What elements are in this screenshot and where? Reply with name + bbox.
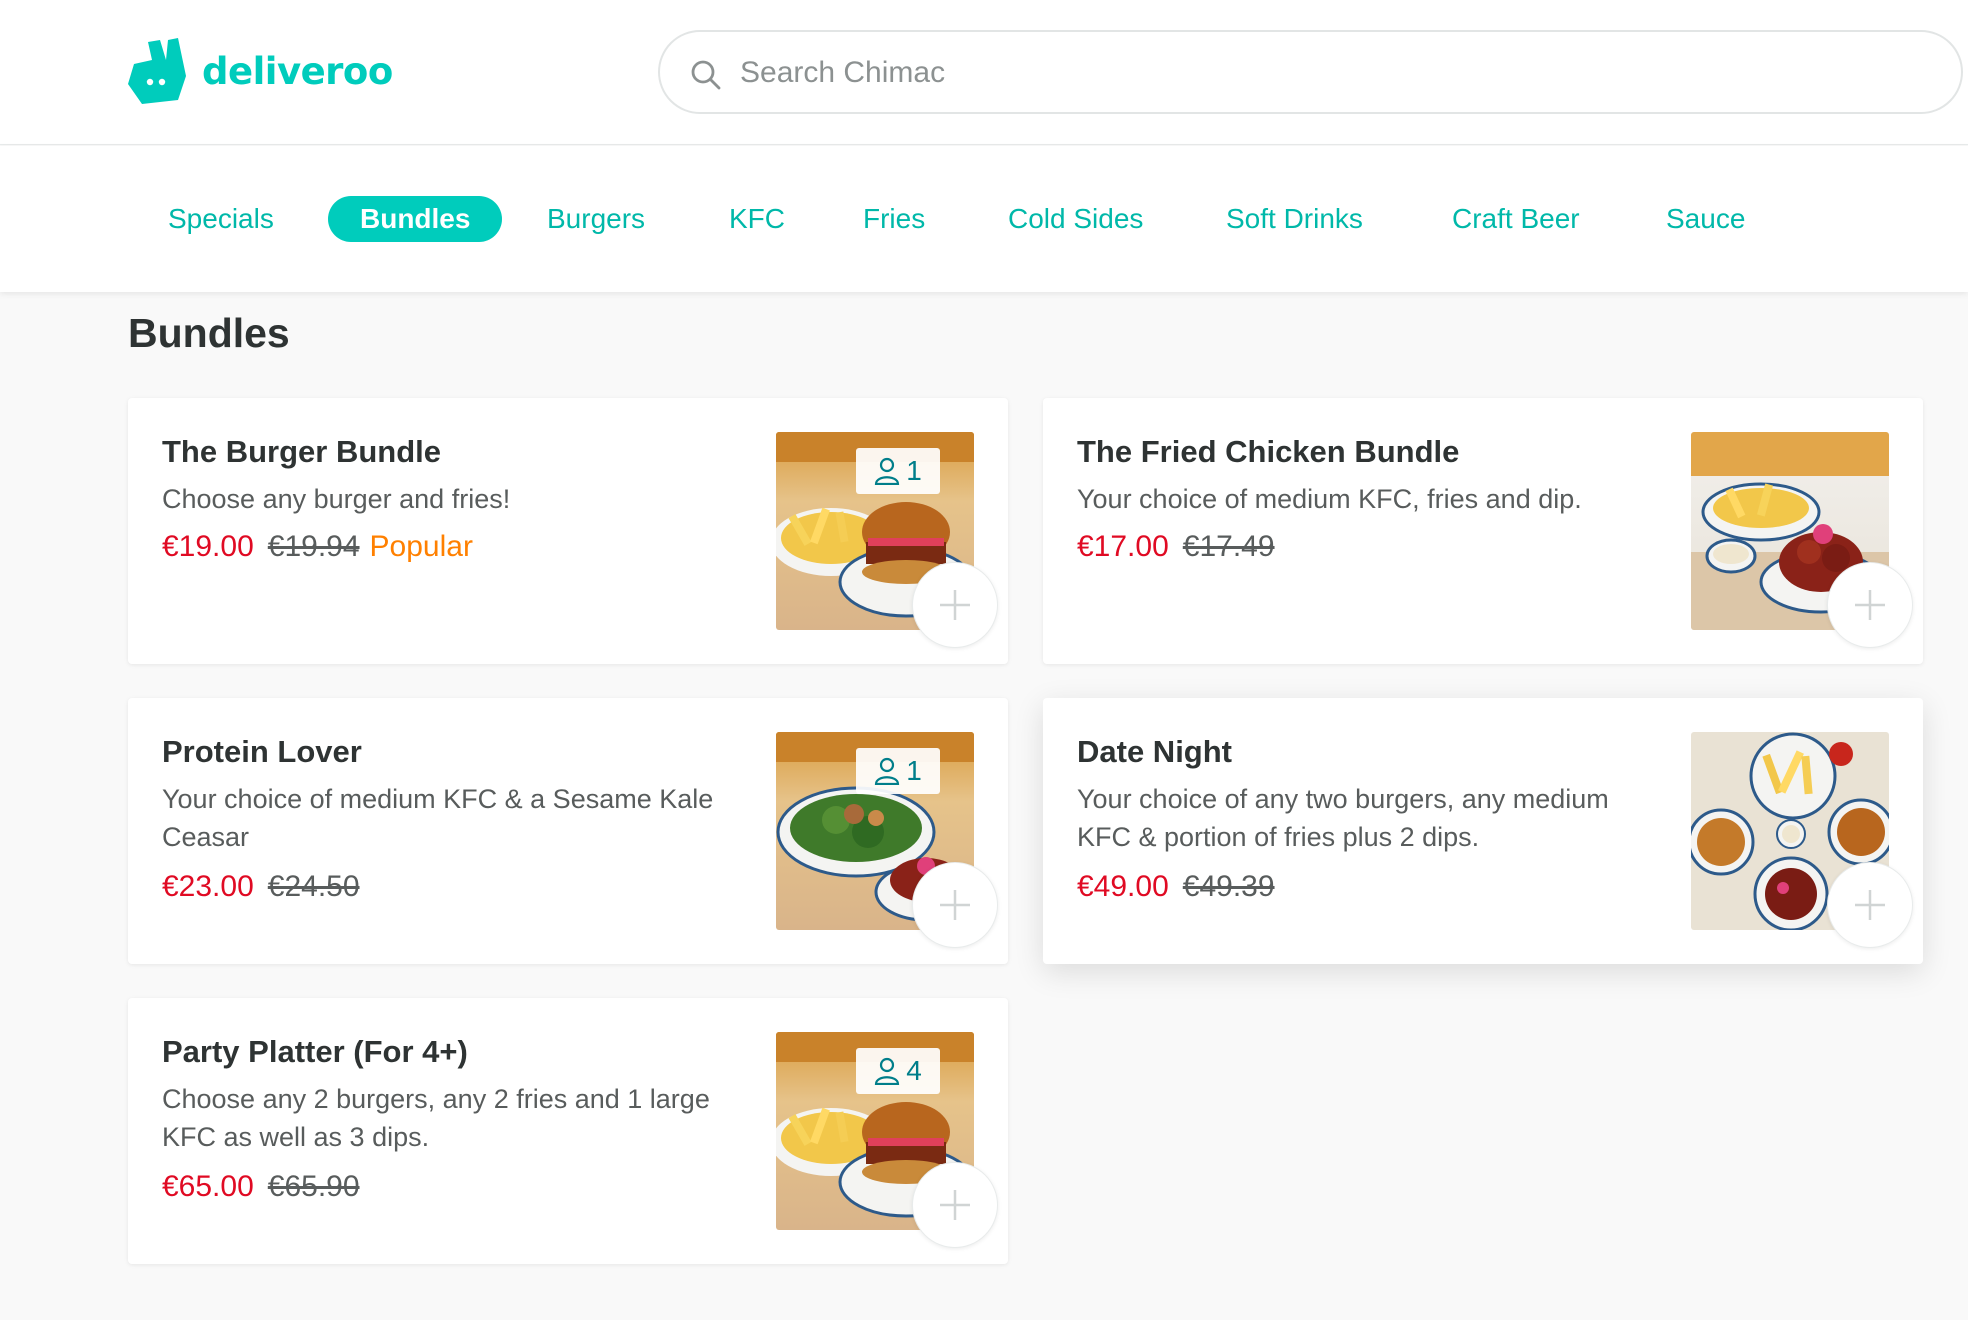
item-old-price: €65.90 [267, 1170, 360, 1203]
item-price: €19.00 [162, 530, 254, 563]
category-bundles[interactable]: Bundles [328, 196, 503, 242]
popular-badge: Popular [369, 530, 473, 563]
item-description: Your choice of medium KFC & a Sesame Kal… [162, 784, 714, 852]
serves-badge: 1 [856, 748, 940, 794]
add-to-basket-button[interactable] [912, 862, 998, 948]
menu-item-card[interactable]: The Burger Bundle Choose any burger and … [128, 398, 1008, 664]
category-cold-sides[interactable]: Cold Sides [1008, 196, 1143, 242]
item-old-price: €17.49 [1182, 530, 1275, 563]
item-description: Choose any burger and fries! [162, 484, 511, 514]
item-old-price: €19.94 [267, 530, 360, 563]
item-name: The Burger Bundle [162, 434, 442, 469]
serves-badge: 1 [856, 448, 940, 494]
plus-icon [1855, 590, 1885, 620]
plus-icon [940, 590, 970, 620]
plus-icon [940, 1190, 970, 1220]
add-to-basket-button[interactable] [1827, 862, 1913, 948]
person-icon [875, 457, 900, 485]
category-sauce[interactable]: Sauce [1666, 196, 1745, 242]
item-name: Date Night [1077, 734, 1232, 769]
category-kfc[interactable]: KFC [729, 196, 785, 242]
serves-badge: 4 [856, 1048, 940, 1094]
category-specials[interactable]: Specials [168, 196, 274, 242]
category-fries[interactable]: Fries [863, 196, 925, 242]
item-price: €49.00 [1077, 870, 1169, 903]
item-name: Protein Lover [162, 734, 362, 769]
item-price: €17.00 [1077, 530, 1169, 563]
person-icon [875, 1057, 900, 1085]
category-nav: Specials Bundles Burgers KFC Fries Cold … [0, 146, 1968, 292]
menu-item-card[interactable]: Party Platter (For 4+) Choose any 2 burg… [128, 998, 1008, 1264]
top-header: deliveroo [0, 0, 1968, 145]
plus-icon [1855, 890, 1885, 920]
price-row: €17.00 €17.49 [1077, 528, 1285, 566]
item-name: The Fried Chicken Bundle [1077, 434, 1460, 469]
item-name: Party Platter (For 4+) [162, 1034, 468, 1069]
category-burgers[interactable]: Burgers [547, 196, 645, 242]
price-row: €49.00 €49.39 [1077, 868, 1285, 906]
search-input[interactable] [740, 46, 1920, 100]
item-old-price: €24.50 [267, 870, 360, 903]
logo-wordmark: deliveroo [202, 49, 393, 93]
item-description: Your choice of any two burgers, any medi… [1077, 784, 1609, 852]
section-title: Bundles [128, 310, 290, 356]
search-icon [691, 60, 721, 90]
plus-icon [940, 890, 970, 920]
price-row: €65.00 €65.90 [162, 1168, 370, 1206]
kangaroo-logo-icon [128, 38, 186, 104]
category-soft-drinks[interactable]: Soft Drinks [1226, 196, 1363, 242]
price-row: €19.00 €19.94 Popular [162, 528, 473, 566]
menu-item-card[interactable]: The Fried Chicken Bundle Your choice of … [1043, 398, 1923, 664]
item-price: €23.00 [162, 870, 254, 903]
serves-count: 1 [906, 755, 922, 786]
item-description: Your choice of medium KFC, fries and dip… [1077, 484, 1582, 514]
item-description: Choose any 2 burgers, any 2 fries and 1 … [162, 1084, 710, 1152]
category-craft-beer[interactable]: Craft Beer [1452, 196, 1580, 242]
search-bar[interactable] [658, 30, 1963, 114]
item-old-price: €49.39 [1182, 870, 1275, 903]
menu-item-card[interactable]: Protein Lover Your choice of medium KFC … [128, 698, 1008, 964]
person-icon [875, 757, 900, 785]
price-row: €23.00 €24.50 [162, 868, 370, 906]
add-to-basket-button[interactable] [1827, 562, 1913, 648]
item-price: €65.00 [162, 1170, 254, 1203]
add-to-basket-button[interactable] [912, 562, 998, 648]
menu-item-card[interactable]: Date Night Your choice of any two burger… [1043, 698, 1923, 964]
add-to-basket-button[interactable] [912, 1162, 998, 1248]
serves-count: 4 [906, 1055, 922, 1086]
deliveroo-logo[interactable]: deliveroo [128, 38, 393, 104]
serves-count: 1 [906, 455, 922, 486]
